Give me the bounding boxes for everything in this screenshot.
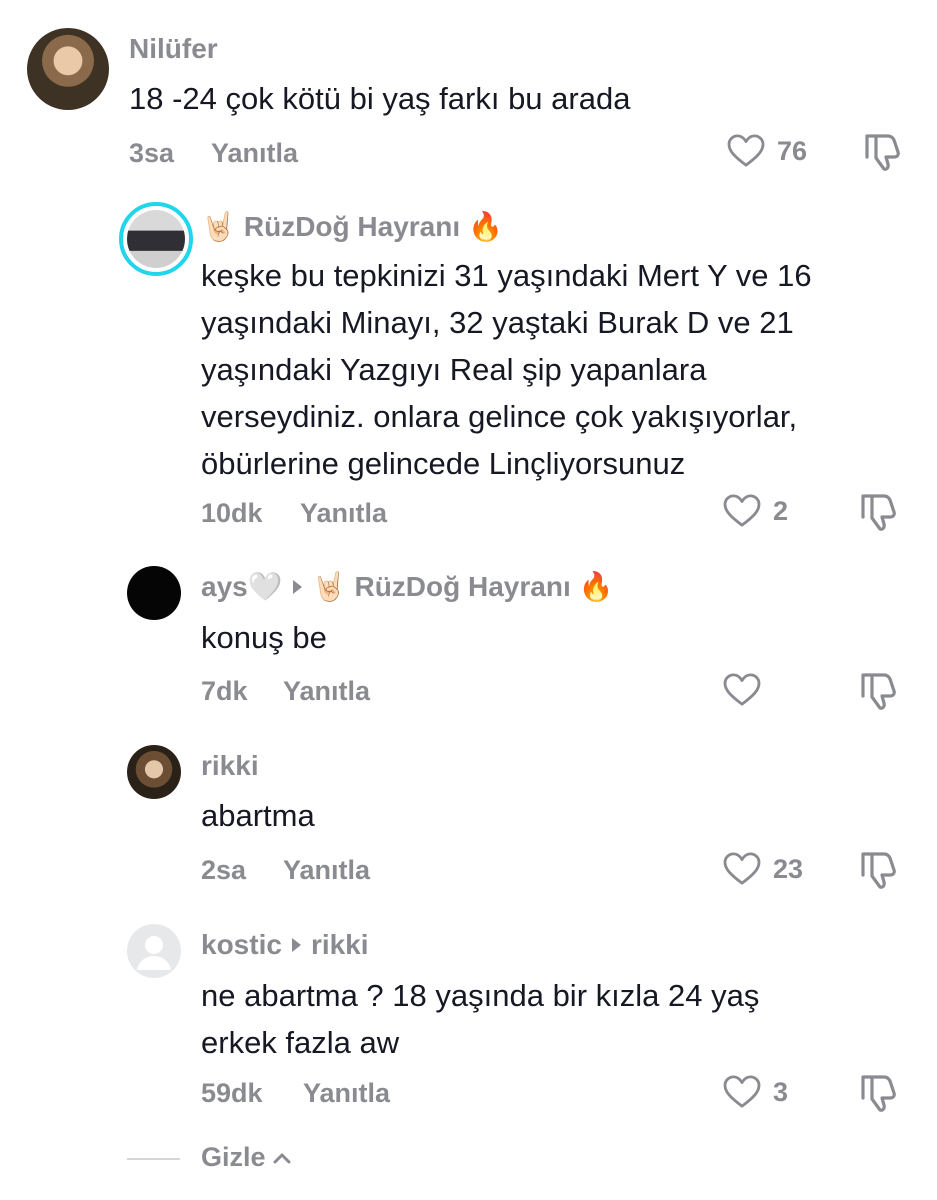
comment-text: ne abartma ? 18 yaşında bir kızla 24 yaş…: [201, 972, 759, 1066]
username-text[interactable]: rikki: [201, 750, 259, 782]
username-text[interactable]: ays🤍: [201, 570, 283, 603]
like-button[interactable]: [723, 673, 773, 707]
comment-username[interactable]: ays🤍 🤘🏻 RüzDoğ Hayranı 🔥: [201, 570, 614, 603]
comment-username[interactable]: rikki: [201, 750, 259, 782]
comment-time: 7dk: [201, 676, 248, 706]
comment-text-line: 18 -24 çok kötü bi yaş farkı bu arada: [129, 81, 631, 116]
comment-time: 10dk: [201, 498, 263, 528]
dislike-button[interactable]: [858, 671, 898, 716]
dislike-button[interactable]: [858, 850, 898, 895]
reply-button[interactable]: Yanıtla: [283, 855, 370, 886]
avatar[interactable]: [127, 745, 181, 799]
comment-time: 3sa: [129, 138, 175, 168]
reply-button[interactable]: Yanıtla: [283, 676, 370, 707]
like-button[interactable]: 23: [723, 852, 803, 886]
comment-text-line: öbürlerine gelincede Linçliyorsunuz: [201, 446, 686, 481]
like-count: 3: [773, 1076, 789, 1107]
heart-outline-icon: [723, 494, 761, 528]
heart-outline-icon: [727, 134, 765, 168]
comment-text-line: konuş be: [201, 620, 327, 655]
comment-time: 59dk: [201, 1078, 263, 1108]
comment-text-line: ne abartma ? 18 yaşında bir kızla 24 yaş: [201, 978, 760, 1013]
like-count: 2: [773, 495, 789, 526]
fire-icon: 🔥: [578, 571, 614, 602]
thumbs-down-icon: [858, 1073, 898, 1113]
comment-username[interactable]: kostic rikki: [201, 929, 369, 961]
chevron-up-icon: [273, 1153, 291, 1163]
reply-to-username[interactable]: rikki: [311, 929, 369, 961]
like-count: 76: [777, 135, 808, 166]
thumbs-down-icon: [858, 671, 898, 711]
comment-text-line: keşke bu tepkinizi 31 yaşındaki Mert Y v…: [201, 258, 812, 293]
heart-outline-icon: [723, 673, 761, 707]
like-count: 23: [773, 853, 804, 884]
username-text[interactable]: kostic: [201, 929, 282, 961]
avatar[interactable]: [127, 566, 181, 620]
thumbs-down-icon: [858, 492, 898, 532]
dislike-button[interactable]: [858, 492, 898, 537]
dislike-button[interactable]: [858, 1073, 898, 1118]
comment-text: abartma: [201, 792, 315, 839]
username-text[interactable]: RüzDoğ Hayranı: [244, 211, 460, 243]
comment-username[interactable]: Nilüfer: [129, 33, 218, 65]
fire-icon: 🔥: [468, 211, 503, 242]
divider: [127, 1158, 180, 1160]
reply-button[interactable]: Yanıtla: [300, 498, 387, 529]
comment-text: konuş be: [201, 614, 327, 661]
comment-text: keşke bu tepkinizi 31 yaşındaki Mert Y v…: [201, 252, 812, 487]
reply-arrow-icon: [291, 938, 301, 952]
comment-text: 18 -24 çok kötü bi yaş farkı bu arada: [129, 75, 630, 122]
reply-to-username[interactable]: RüzDoğ Hayranı: [354, 571, 570, 603]
heart-outline-icon: [723, 852, 761, 886]
avatar[interactable]: [119, 202, 193, 276]
hide-replies-row: Gizle: [127, 1140, 427, 1180]
like-button[interactable]: 3: [723, 1075, 788, 1109]
comment-text-line: erkek fazla aw: [201, 1025, 400, 1060]
rock-hand-icon: 🤘🏻: [201, 211, 236, 242]
like-button[interactable]: 2: [723, 494, 788, 528]
avatar-image: [127, 210, 185, 268]
reply-arrow-icon: [292, 579, 302, 594]
reply-button[interactable]: Yanıtla: [211, 138, 298, 169]
avatar[interactable]: [27, 28, 109, 110]
comment-text-line: verseydiniz. onlara gelince çok yakışıyo…: [201, 399, 798, 434]
comment-text-line: yaşındaki Yazgıyı Real şip yapanlara: [201, 352, 707, 387]
comment-username[interactable]: 🤘🏻 RüzDoğ Hayranı 🔥: [201, 210, 503, 243]
rock-hand-icon: 🤘🏻: [311, 571, 347, 602]
thumbs-down-icon: [858, 850, 898, 890]
avatar[interactable]: [127, 924, 181, 978]
username-text[interactable]: Nilüfer: [129, 33, 218, 65]
comment-text-line: abartma: [201, 798, 315, 833]
reply-button[interactable]: Yanıtla: [303, 1078, 390, 1109]
comment-text-line: yaşındaki Minayı, 32 yaştaki Burak D ve …: [201, 305, 794, 340]
dislike-button[interactable]: [862, 132, 902, 177]
default-avatar-icon: [137, 936, 171, 970]
comment-time: 2sa: [201, 855, 247, 885]
heart-outline-icon: [723, 1075, 761, 1109]
hide-label[interactable]: Gizle: [201, 1142, 266, 1173]
thumbs-down-icon: [862, 132, 902, 172]
hide-replies-button[interactable]: Gizle: [201, 1142, 292, 1173]
like-button[interactable]: 76: [727, 134, 807, 168]
